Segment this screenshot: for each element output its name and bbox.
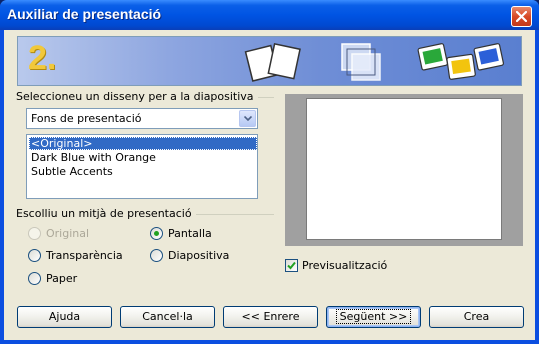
radio-label: Paper [46,272,78,285]
next-button[interactable]: Següent >> [326,306,421,328]
design-listbox[interactable]: <Original> Dark Blue with Orange Subtle … [26,134,258,199]
help-button-label: Ajuda [48,310,81,323]
cancel-button-label: Cancel·la [142,310,193,323]
slides-colors-icon [417,43,505,80]
step-number: 2. [28,39,57,77]
dropdown-value: Fons de presentació [31,112,142,125]
radio-circle [150,249,163,262]
medium-group-label: Escolliu un mitjà de presentació [16,207,196,220]
create-button[interactable]: Crea [429,306,524,328]
back-button[interactable]: << Enrere [223,306,318,328]
preview-slide [306,98,502,240]
dropdown-button[interactable] [239,110,256,127]
design-group-label: Seleccioneu un disseny per a la diaposit… [16,90,258,103]
list-item-dark-blue-orange[interactable]: Dark Blue with Orange [29,151,257,164]
radio-label: Diapositiva [168,249,230,262]
create-button-label: Crea [463,310,490,323]
list-item-original[interactable]: <Original> [29,137,257,150]
radio-label: Pantalla [168,227,212,240]
next-button-label: Següent >> [335,309,412,324]
checkbox-label: Previsualització [302,259,388,272]
help-button[interactable]: Ajuda [17,306,112,328]
pages-icon [244,42,301,82]
dialog-body: 2. Seleccioneu un disseny per a la diapo… [4,30,535,340]
radio-checked-dot [154,231,159,236]
radio-circle [28,249,41,262]
list-item-subtle-accents[interactable]: Subtle Accents [29,165,257,178]
radio-circle [28,272,41,285]
radio-circle [28,227,41,240]
dialog-window: Auxiliar de presentació 2. Seleccioneu u… [0,0,539,344]
radio-circle [150,227,163,240]
radio-label: Transparència [46,249,123,262]
radio-label: Original [46,227,90,240]
title-bar[interactable]: Auxiliar de presentació [0,0,539,30]
cancel-button[interactable]: Cancel·la [120,306,215,328]
checkbox-box [285,259,298,272]
back-button-label: << Enrere [241,310,300,323]
close-icon [516,11,527,22]
chevron-down-icon [244,116,252,121]
layers-icon [341,43,381,81]
wizard-banner: 2. [17,36,522,86]
design-category-dropdown[interactable]: Fons de presentació [26,108,258,129]
close-button[interactable] [511,6,532,27]
check-icon [287,261,296,270]
window-title: Auxiliar de presentació [7,6,162,22]
